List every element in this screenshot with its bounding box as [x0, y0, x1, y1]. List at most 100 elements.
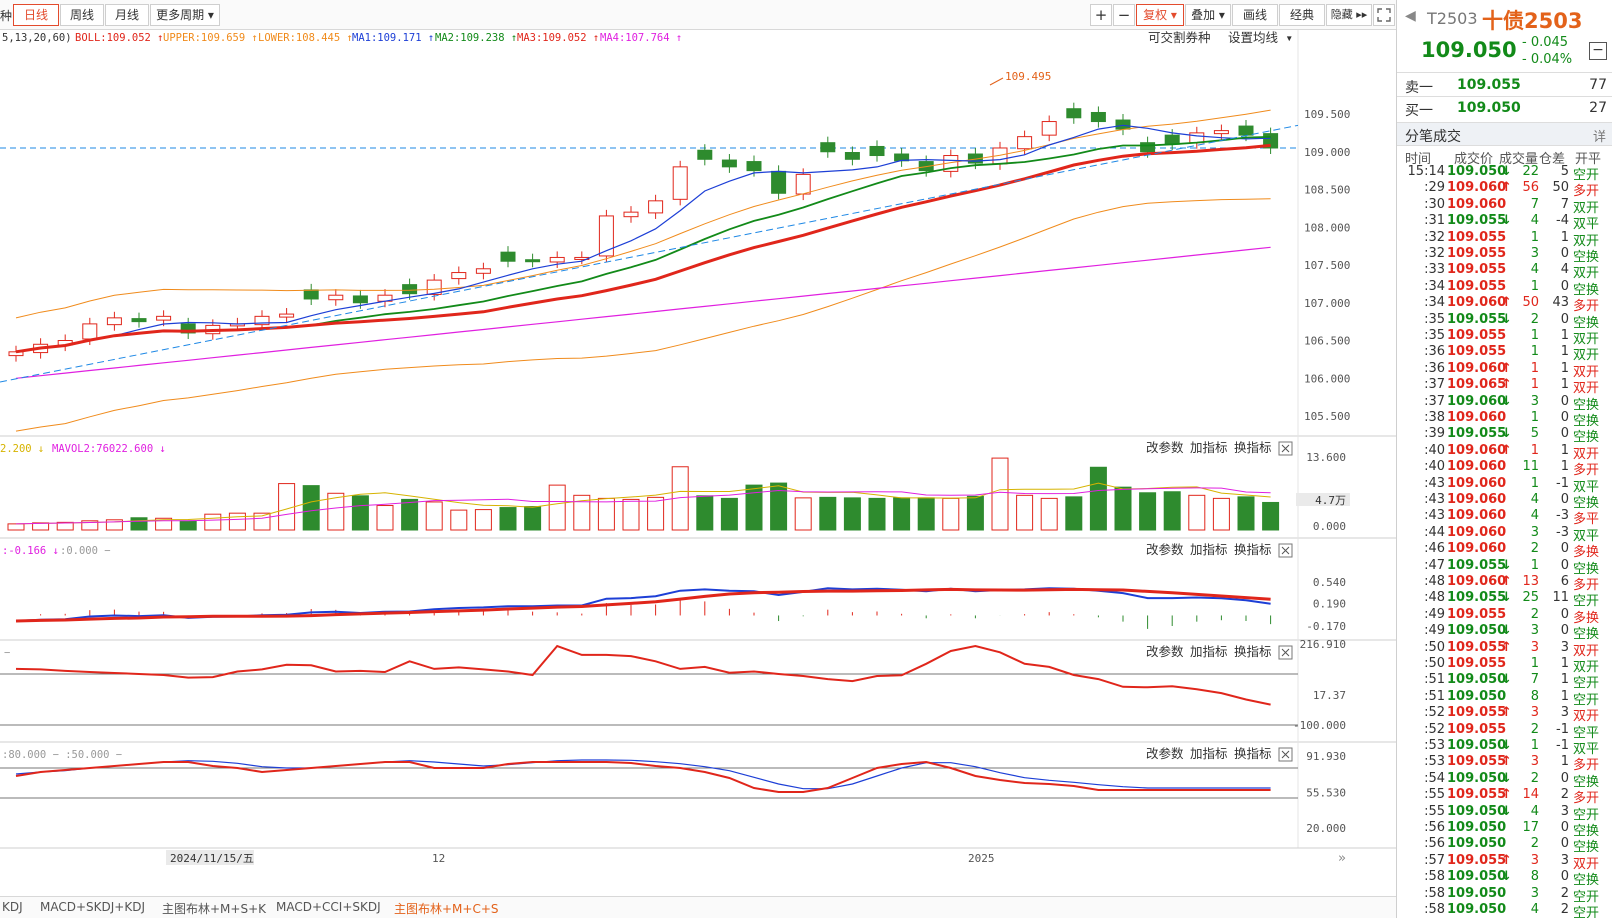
tick-row: 15:14 109.050 ↓ 22 5 空开: [1397, 164, 1612, 183]
switch-indicator-button[interactable]: 换指标: [1234, 440, 1272, 455]
tick-price: 109.060: [1447, 180, 1507, 196]
hide-button[interactable]: 隐藏 ▸▸: [1326, 4, 1372, 26]
tick-row: :35 109.055 1 1 双开: [1397, 328, 1612, 347]
tick-row: :49 109.055 2 0 多换: [1397, 606, 1612, 626]
tick-time: :52: [1424, 721, 1445, 737]
scroll-right-icon[interactable]: »: [1338, 851, 1346, 866]
tick-row: :52 109.055 ↑ 3 3 双开: [1397, 705, 1612, 724]
ticks-detail-button[interactable]: 详: [1593, 126, 1606, 145]
back-icon[interactable]: ◀: [1405, 8, 1416, 24]
tick-time: :30: [1424, 196, 1445, 212]
tick-oi-change: 2: [1560, 787, 1569, 803]
classic-button[interactable]: 经典: [1279, 4, 1325, 26]
tick-oi-change: 0: [1560, 623, 1569, 639]
volume-bar-down: [401, 498, 419, 531]
tab-monthly[interactable]: 月线: [105, 4, 149, 26]
template-tab-boll-m-c-s[interactable]: 主图布林+M+C+S: [394, 900, 499, 917]
tick-volume: 1: [1530, 360, 1539, 376]
set-ma-link[interactable]: 设置均线 ▾: [1228, 30, 1293, 45]
tick-time: :33: [1424, 262, 1445, 278]
add-indicator-button[interactable]: 加指标: [1190, 746, 1228, 761]
edit-params-button[interactable]: 改参数: [1146, 542, 1184, 557]
tick-time: :56: [1424, 820, 1445, 835]
overlay-button[interactable]: 叠加 ▾: [1185, 4, 1231, 26]
tick-volume: 2: [1530, 606, 1539, 622]
fullscreen-icon[interactable]: [1373, 4, 1395, 26]
template-tab-kdj[interactable]: KDJ: [2, 900, 23, 914]
price-change: - 0.045: [1522, 35, 1569, 50]
tick-time: :50: [1424, 656, 1445, 671]
tick-oi-change: -1: [1556, 475, 1569, 491]
kline-chart-svg[interactable]: 5,13,20,60) BOLL:109.052 ↑ UPPER:109.659 ↑…: [0, 30, 1396, 900]
add-indicator-button[interactable]: 加指标: [1190, 644, 1228, 659]
tick-time: :54: [1424, 770, 1445, 786]
tick-oi-change: -1: [1556, 738, 1569, 753]
tick-oi-change: 50: [1552, 180, 1569, 196]
trend-line: [0, 124, 1299, 383]
main-legend-item: MA2:109.238 ↑: [435, 32, 517, 44]
tick-volume: 3: [1530, 623, 1539, 639]
candle-up: [279, 313, 295, 318]
tick-volume: 7: [1530, 196, 1539, 212]
cci-line: [15, 644, 1271, 706]
kdj-tick-label: 55.530: [1306, 786, 1346, 799]
tab-more-periods[interactable]: 更多周期 ▾: [150, 4, 220, 26]
draw-line-button[interactable]: 画线: [1232, 4, 1278, 26]
candle-up: [795, 173, 811, 195]
add-indicator-button[interactable]: 加指标: [1190, 542, 1228, 557]
switch-indicator-button[interactable]: 换指标: [1234, 644, 1272, 659]
tick-time: :43: [1424, 492, 1445, 507]
bid1-price: 109.050: [1457, 100, 1521, 116]
bid1-label: 买一: [1405, 103, 1433, 119]
tick-row: :58 109.050 4 2 空开: [1397, 902, 1612, 918]
chart-area[interactable]: 5,13,20,60) BOLL:109.052 ↑ UPPER:109.659 ↑…: [0, 30, 1396, 900]
edit-params-button[interactable]: 改参数: [1146, 746, 1184, 761]
contract-code: T2503: [1427, 9, 1478, 28]
minimize-icon[interactable]: −: [1589, 42, 1607, 60]
tick-price: 109.060: [1447, 410, 1507, 425]
adjust-rights-button[interactable]: 复权 ▾: [1136, 4, 1184, 26]
switch-indicator-button[interactable]: 换指标: [1234, 542, 1272, 557]
volume-bar-up: [278, 483, 296, 531]
tick-price: 109.055: [1447, 328, 1507, 343]
boll-upper-line: [15, 109, 1271, 319]
price-tick-label: 108.500: [1304, 184, 1350, 197]
x-axis-month-label: 12: [432, 852, 445, 865]
tick-time: :29: [1424, 180, 1445, 196]
tick-oi-change: 7: [1560, 196, 1569, 212]
ma1-line: [15, 124, 1271, 353]
price-tick-label: 106.500: [1304, 335, 1350, 348]
tick-price: 109.055: [1447, 787, 1507, 803]
tick-volume: 50: [1522, 295, 1539, 311]
template-tab-boll-m-s-k[interactable]: 主图布林+M+S+K: [162, 900, 266, 917]
tab-daily[interactable]: 日线: [13, 4, 59, 26]
zoom-out-button[interactable]: −: [1113, 4, 1135, 26]
volume-bar-down: [966, 495, 984, 531]
variety-tab-cut[interactable]: 种: [0, 7, 12, 24]
zoom-in-button[interactable]: +: [1090, 4, 1112, 26]
edit-params-button[interactable]: 改参数: [1146, 440, 1184, 455]
peak-label-arrow: [989, 77, 1004, 86]
candle-down: [303, 289, 319, 300]
tick-volume: 4: [1530, 213, 1539, 229]
edit-params-button[interactable]: 改参数: [1146, 644, 1184, 659]
template-tab-macd-skdj-kdj[interactable]: MACD+SKDJ+KDJ: [40, 900, 145, 914]
tick-volume: 2: [1530, 770, 1539, 786]
tick-row: :48 109.060 ↑ 13 6 多开: [1397, 574, 1612, 593]
candle-down: [869, 145, 885, 157]
tab-weekly[interactable]: 周线: [60, 4, 104, 26]
deliverable-bonds-link[interactable]: 可交割券种: [1148, 30, 1211, 45]
tick-oi-change: 0: [1560, 278, 1569, 294]
tick-price: 109.050: [1447, 770, 1507, 786]
volume-bar-down: [1139, 492, 1157, 531]
switch-indicator-button[interactable]: 换指标: [1234, 746, 1272, 761]
tick-volume: 2: [1530, 311, 1539, 327]
template-tab-macd-cci-skdj[interactable]: MACD+CCI+SKDJ: [276, 900, 381, 914]
tick-time: :51: [1424, 672, 1445, 688]
quote-panel: ◀ T2503 十债2503 109.050 - 0.045 - 0.04% −…: [1396, 0, 1612, 918]
tick-time: :34: [1424, 278, 1445, 294]
volume-bar-down: [499, 507, 517, 531]
tick-price: 109.060: [1447, 574, 1507, 589]
candle-down: [500, 251, 516, 262]
add-indicator-button[interactable]: 加指标: [1190, 440, 1228, 455]
